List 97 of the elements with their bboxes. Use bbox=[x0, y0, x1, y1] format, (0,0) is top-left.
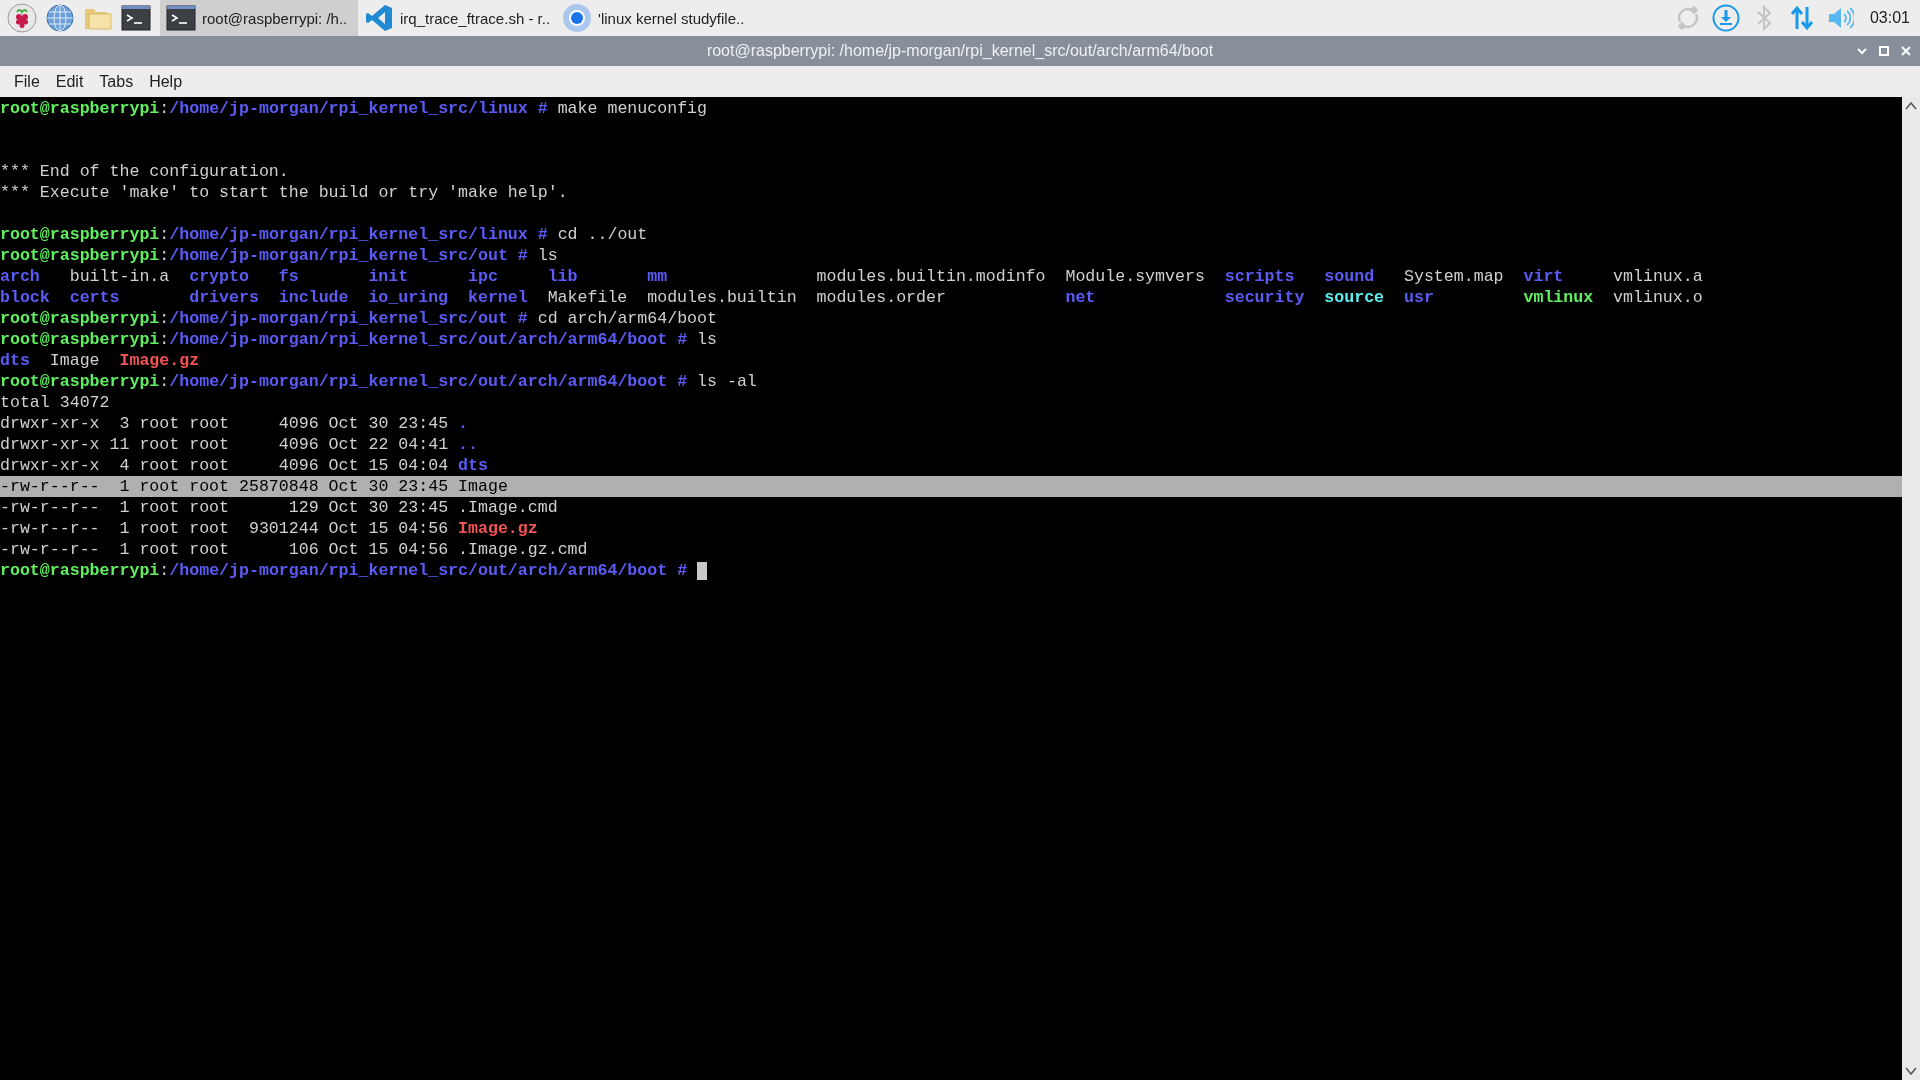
file-name: modules.builtin bbox=[647, 288, 797, 307]
prompt-path: /home/jp-morgan/rpi_kernel_src/out/arch/arm64/boot # bbox=[169, 560, 688, 581]
file-name: block bbox=[0, 288, 50, 307]
prompt-separator: : bbox=[159, 98, 170, 119]
prompt-user: root@raspberrypi bbox=[0, 560, 160, 581]
file-name: vmlinux.o bbox=[1613, 288, 1703, 307]
file-name: Makefile bbox=[547, 288, 628, 307]
prompt-user: root@raspberrypi bbox=[0, 98, 160, 119]
output-text: Image bbox=[49, 350, 100, 371]
prompt-separator: : bbox=[159, 224, 170, 245]
output-text: .. bbox=[458, 434, 478, 455]
command-text: cd ../out bbox=[557, 224, 648, 245]
file-name: arch bbox=[0, 267, 40, 286]
prompt-path: /home/jp-morgan/rpi_kernel_src/linux # bbox=[169, 98, 548, 119]
prompt-separator: : bbox=[159, 308, 170, 329]
file-name: include bbox=[278, 288, 349, 307]
output-text: drwxr-xr-x 3 root root 4096 Oct 30 23:45 bbox=[0, 413, 449, 434]
taskbar-button[interactable]: root@raspberrypi: /h.. bbox=[160, 0, 358, 36]
file-name: certs bbox=[69, 288, 120, 307]
chevron-down-icon bbox=[1856, 45, 1868, 57]
file-name: usr bbox=[1404, 288, 1434, 307]
prompt-path: /home/jp-morgan/rpi_kernel_src/out # bbox=[169, 308, 528, 329]
output-text: *** Execute 'make' to start the build or try 'make help'. bbox=[0, 182, 568, 203]
prompt-separator: : bbox=[159, 329, 170, 350]
file-name: virt bbox=[1523, 267, 1564, 286]
file-name: mm bbox=[647, 267, 668, 286]
output-text: . bbox=[458, 413, 469, 434]
scrollbar[interactable] bbox=[1902, 97, 1920, 1080]
download-icon[interactable] bbox=[1711, 4, 1740, 32]
prompt-user: root@raspberrypi bbox=[0, 308, 160, 329]
prompt-path: /home/jp-morgan/rpi_kernel_src/linux # bbox=[169, 224, 548, 245]
file-name: kernel bbox=[468, 288, 528, 307]
output-text: .Image.gz.cmd bbox=[458, 539, 588, 560]
file-name: init bbox=[368, 267, 409, 286]
command-text: ls bbox=[537, 245, 558, 266]
command-text: ls -al bbox=[697, 371, 757, 392]
output-text: -rw-r--r-- 1 root root 106 Oct 15 04:56 bbox=[0, 539, 449, 560]
menu-item[interactable]: Help bbox=[143, 70, 189, 93]
prompt-user: root@raspberrypi bbox=[0, 245, 160, 266]
file-name: System.map bbox=[1404, 267, 1504, 286]
code-editor-icon bbox=[364, 3, 394, 33]
file-name: modules.order bbox=[816, 288, 946, 307]
output-text: dts bbox=[458, 455, 488, 476]
output-text: -rw-r--r-- 1 root root 9301244 Oct 15 04:56 bbox=[0, 518, 449, 539]
file-name: crypto bbox=[189, 267, 249, 286]
prompt-separator: : bbox=[159, 371, 170, 392]
prompt-path: /home/jp-morgan/rpi_kernel_src/out/arch/arm64/boot # bbox=[169, 329, 688, 350]
output-text: -rw-r--r-- 1 root root 129 Oct 30 23:45 bbox=[0, 497, 449, 518]
command-text: cd arch/arm64/boot bbox=[537, 308, 717, 329]
raspberry-icon[interactable] bbox=[4, 0, 40, 36]
menu-item[interactable]: Tabs bbox=[93, 70, 140, 93]
scroll-up-icon[interactable] bbox=[1905, 101, 1917, 111]
command-text: ls bbox=[697, 329, 717, 350]
file-name: vmlinux bbox=[1523, 288, 1594, 307]
command-text: make menuconfig bbox=[557, 98, 708, 119]
prompt-separator: : bbox=[159, 245, 170, 266]
file-name: source bbox=[1324, 288, 1385, 307]
output-text: dts bbox=[0, 350, 30, 371]
prompt-separator: : bbox=[159, 560, 170, 581]
prompt-user: root@raspberrypi bbox=[0, 224, 160, 245]
file-name: built-in.a bbox=[69, 267, 170, 286]
prompt-path: /home/jp-morgan/rpi_kernel_src/out/arch/arm64/boot # bbox=[169, 371, 688, 392]
prompt-user: root@raspberrypi bbox=[0, 371, 160, 392]
terminal-icon bbox=[166, 3, 196, 33]
taskbar-button[interactable]: irq_trace_ftrace.sh - r.. bbox=[358, 0, 557, 36]
file-name: modules.builtin.modinfo bbox=[816, 267, 1046, 286]
file-name: lib bbox=[547, 267, 578, 286]
file-name: Module.symvers bbox=[1065, 267, 1205, 286]
file-name: io_uring bbox=[368, 288, 449, 307]
output-text: .Image.cmd bbox=[458, 497, 558, 518]
output-text: *** End of the configuration. bbox=[0, 161, 289, 182]
close-icon bbox=[1900, 45, 1912, 57]
output-text: Image.gz bbox=[119, 350, 200, 371]
file-name: scripts bbox=[1224, 267, 1295, 286]
prompt-user: root@raspberrypi bbox=[0, 329, 160, 350]
output-text: drwxr-xr-x 11 root root 4096 Oct 22 04:41 bbox=[0, 434, 449, 455]
file-name: security bbox=[1224, 288, 1305, 307]
prompt-path: /home/jp-morgan/rpi_kernel_src/out # bbox=[169, 245, 528, 266]
file-name: drivers bbox=[189, 288, 259, 307]
file-name: ipc bbox=[468, 267, 498, 286]
output-text: -rw-r--r-- 1 root root 25870848 Oct 30 23:45 bbox=[0, 476, 449, 497]
taskbar-button[interactable]: 'linux kernel studyfile.. bbox=[556, 0, 755, 36]
file-name: vmlinux.a bbox=[1613, 267, 1703, 286]
output-text: drwxr-xr-x 4 root root 4096 Oct 15 04:04 bbox=[0, 455, 449, 476]
square-icon bbox=[1878, 45, 1890, 57]
file-name: sound bbox=[1324, 267, 1375, 286]
window-title: root@raspberrypi: /home/jp-morgan/rpi_kernel_src/out/arch/arm64/boot bbox=[705, 42, 1215, 60]
file-name: fs bbox=[278, 267, 299, 286]
menu-item[interactable]: File bbox=[8, 70, 46, 93]
output-text: Image.gz bbox=[458, 518, 538, 539]
menu-item[interactable]: Edit bbox=[49, 70, 90, 93]
scroll-down-icon[interactable] bbox=[1905, 1066, 1917, 1076]
clock: 03:01 bbox=[1869, 9, 1910, 27]
output-text: total 34072 bbox=[0, 392, 110, 413]
output-text: Image bbox=[458, 476, 508, 497]
file-name: net bbox=[1065, 288, 1096, 307]
browser-icon bbox=[562, 3, 593, 33]
